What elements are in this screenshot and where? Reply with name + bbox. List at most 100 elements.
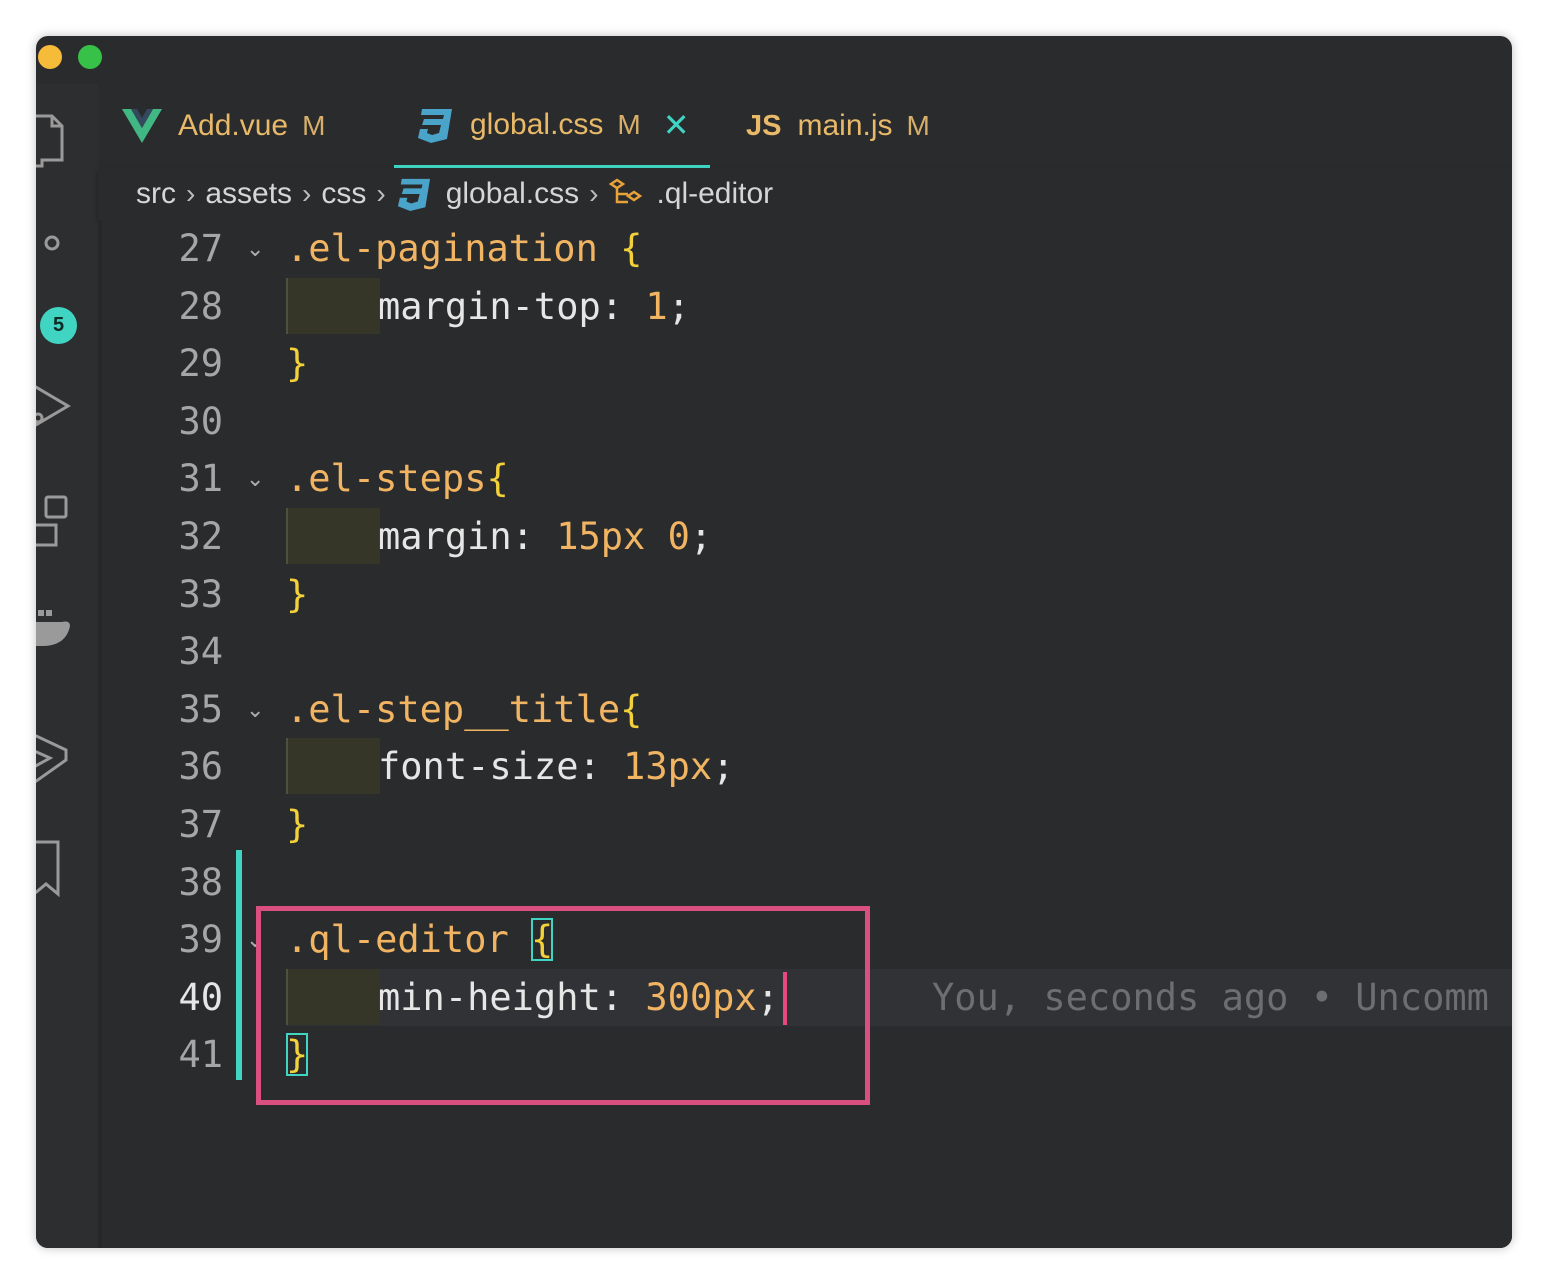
tab-global-css[interactable]: global.css M ✕	[394, 84, 710, 168]
code-editor[interactable]: 27 ⌄ .el-pagination {28 margin-top: 1; 29} 30…	[98, 220, 1512, 1248]
code-text: }	[286, 566, 308, 623]
bookmark-icon[interactable]	[36, 834, 98, 904]
code-line[interactable]: 40 min-height: 300px; You, seconds ago • U…	[98, 968, 1512, 1026]
code-line[interactable]: 37}	[98, 796, 1512, 853]
breadcrumb: src › assets › css › global.css › .ql-ed…	[98, 168, 1512, 220]
chevron-right-icon: ›	[376, 178, 386, 209]
code-token: ;	[712, 745, 735, 789]
indent-guide	[286, 277, 380, 334]
code-text: .ql-editor {	[286, 911, 554, 968]
css-icon	[416, 107, 454, 143]
code-token: 300px	[645, 975, 757, 1019]
code-line[interactable]: 31 ⌄ .el-steps{	[98, 450, 1512, 507]
code-line[interactable]: 29}	[98, 335, 1512, 392]
code-text: }	[286, 335, 308, 392]
code-token: {	[486, 457, 509, 501]
chevron-right-icon: ›	[302, 178, 312, 209]
breadcrumb-css[interactable]: css	[321, 177, 366, 211]
indent-guide	[286, 508, 380, 564]
code-token: }	[286, 342, 309, 386]
line-number: 38	[178, 860, 223, 904]
source-control-badge: 5	[40, 307, 77, 344]
code-line[interactable]: 28 margin-top: 1;	[98, 277, 1512, 335]
breadcrumb-global-css[interactable]: global.css	[446, 177, 579, 211]
code-text: margin-top: 1;	[378, 278, 690, 335]
code-token: 1	[645, 284, 668, 328]
code-token: min-height	[378, 975, 601, 1019]
code-token: ;	[667, 284, 690, 328]
code-line[interactable]: 39 ⌄ .ql-editor {	[98, 911, 1512, 968]
breadcrumb-src[interactable]: src	[136, 177, 176, 211]
css-icon	[396, 177, 432, 211]
remote-explorer-icon[interactable]	[36, 724, 98, 794]
code-line[interactable]: 38	[98, 854, 1512, 911]
code-token: :	[600, 284, 646, 328]
modified-indicator: M	[906, 110, 930, 141]
source-control-icon[interactable]	[36, 229, 98, 299]
code-token: }	[286, 803, 309, 846]
chevron-down-icon[interactable]: ⌄	[246, 911, 264, 968]
close-icon[interactable]: ✕	[663, 106, 690, 144]
line-number: 39	[178, 918, 223, 962]
code-line[interactable]: 36 font-size: 13px;	[98, 738, 1512, 795]
tab-label: main.js	[797, 109, 893, 142]
extensions-icon[interactable]	[36, 489, 98, 559]
code-token: {	[620, 687, 643, 731]
code-token: .el-step__title	[286, 687, 621, 731]
code-line[interactable]: 30	[98, 393, 1512, 450]
code-text: .el-steps{	[286, 450, 509, 507]
breadcrumb-assets[interactable]: assets	[205, 177, 292, 211]
code-text: }	[286, 796, 308, 853]
code-token: :	[511, 515, 557, 558]
indent-guide	[286, 738, 380, 795]
code-token: .el-pagination	[286, 227, 621, 270]
line-number: 34	[178, 630, 223, 674]
modified-indicator: M	[302, 110, 326, 141]
run-debug-icon[interactable]	[36, 374, 98, 444]
code-token: margin	[378, 515, 512, 558]
line-number: 32	[178, 515, 223, 558]
indent-guide	[286, 968, 380, 1025]
chevron-down-icon[interactable]: ⌄	[246, 220, 264, 277]
code-line[interactable]: 32 margin: 15px 0;	[98, 508, 1512, 565]
code-token: }	[286, 1033, 309, 1077]
breadcrumb-ql-editor[interactable]: .ql-editor	[656, 177, 773, 211]
code-token: {	[531, 918, 554, 962]
code-token: :	[600, 975, 646, 1019]
text-cursor	[783, 971, 787, 1025]
code-line[interactable]: 41}	[98, 1026, 1512, 1083]
git-blame-annotation: You, seconds ago • Uncomm	[932, 975, 1489, 1019]
chevron-down-icon[interactable]: ⌄	[246, 681, 264, 738]
code-token: }	[286, 572, 309, 616]
code-token: 13px	[623, 745, 713, 789]
code-token: 15px 0	[556, 515, 690, 558]
line-number: 35	[178, 687, 223, 731]
line-number: 40	[178, 975, 223, 1019]
symbol-class-icon	[608, 178, 643, 210]
code-line[interactable]: 35 ⌄ .el-step__title{	[98, 681, 1512, 738]
code-text: .el-pagination {	[286, 220, 642, 277]
chevron-right-icon: ›	[589, 178, 599, 209]
tab-main-js[interactable]: JS main.js M	[746, 84, 930, 168]
code-line[interactable]: 33}	[98, 566, 1512, 623]
line-number: 37	[178, 803, 223, 846]
code-text: min-height: 300px;	[378, 969, 779, 1026]
line-number: 41	[178, 1033, 223, 1077]
line-number: 33	[178, 572, 223, 616]
line-number: 30	[178, 399, 223, 443]
tab-label: global.css	[470, 107, 604, 141]
maximize-button[interactable]	[78, 45, 102, 69]
chevron-right-icon: ›	[186, 178, 196, 209]
code-token: .ql-editor	[286, 918, 532, 962]
explorer-icon[interactable]	[36, 104, 98, 174]
docker-icon[interactable]	[36, 604, 98, 674]
tab-bar: Add.vue M global.css M ✕ JS main.js M	[98, 84, 1512, 168]
code-line[interactable]: 34	[98, 623, 1512, 680]
code-line[interactable]: 27 ⌄ .el-pagination {	[98, 220, 1512, 277]
code-token: font-size	[378, 745, 579, 789]
chevron-down-icon[interactable]: ⌄	[246, 450, 264, 507]
code-text: }	[286, 1026, 309, 1083]
code-text: margin: 15px 0;	[378, 508, 712, 565]
tab-add-vue[interactable]: Add.vue M	[122, 84, 325, 168]
minimize-button[interactable]	[38, 45, 62, 69]
